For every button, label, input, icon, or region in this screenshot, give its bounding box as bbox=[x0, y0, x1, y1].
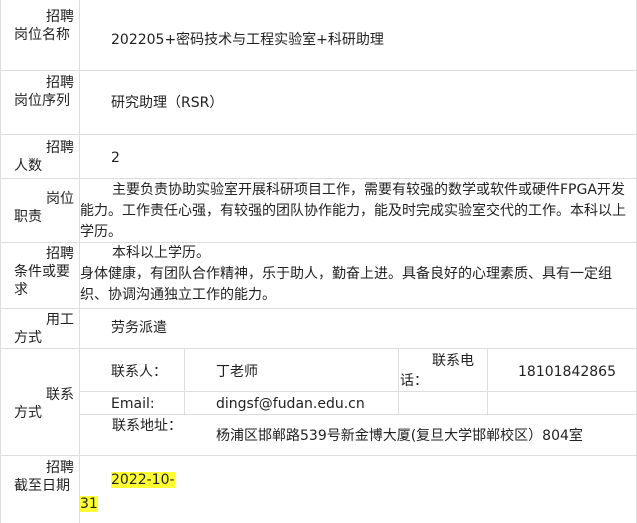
position-series-label: 招聘岗位序列 bbox=[14, 75, 74, 109]
row-divider bbox=[0, 308, 637, 309]
col-divider bbox=[398, 348, 399, 414]
headcount-label: 招聘人数 bbox=[14, 140, 74, 174]
row-divider bbox=[80, 414, 637, 415]
row-divider bbox=[0, 178, 637, 179]
col-divider bbox=[184, 348, 185, 414]
headcount-value: 2 bbox=[111, 150, 120, 166]
contact-address-label: 联系地址： bbox=[112, 418, 182, 434]
contact-label: 联系方式 bbox=[14, 387, 74, 421]
deadline-value: 2022-10-31 bbox=[80, 468, 180, 516]
col-divider bbox=[0, 0, 1, 523]
contact-email-label: Email: bbox=[111, 396, 155, 412]
requirements-line2: 身体健康，有团队合作精神，乐于助人，勤奋上进。具备良好的心理素质、具有一定组织、… bbox=[80, 266, 612, 303]
deadline-highlight: 2022-10-31 bbox=[80, 472, 175, 512]
position-series-value: 研究助理（RSR） bbox=[111, 95, 224, 111]
row-divider bbox=[0, 134, 637, 135]
position-name-value: 202205+密码技术与工程实验室+科研助理 bbox=[111, 32, 384, 48]
contact-person-value: 丁老师 bbox=[216, 364, 258, 380]
row-divider bbox=[0, 455, 637, 456]
employment-value: 劳务派遣 bbox=[111, 320, 167, 336]
contact-person-label: 联系人： bbox=[111, 364, 167, 380]
requirements-label: 招聘条件或要求 bbox=[14, 246, 74, 298]
duties-text: 主要负责协助实验室开展科研项目工作，需要有较强的数学或软件或硬件FPGA开发能力… bbox=[80, 182, 626, 240]
row-divider bbox=[80, 391, 637, 392]
requirements-line1: 本科以上学历。 bbox=[112, 245, 210, 261]
col-divider bbox=[487, 348, 488, 414]
employment-label: 用工方式 bbox=[14, 312, 74, 346]
contact-email-value[interactable]: dingsf@fudan.edu.cn bbox=[216, 394, 365, 414]
duties-label: 岗位职责 bbox=[14, 191, 74, 225]
row-divider bbox=[0, 348, 637, 349]
position-name-label: 招聘岗位名称 bbox=[14, 9, 74, 43]
contact-address-value: 杨浦区邯郸路539号新金博大厦(复旦大学邯郸校区）804室 bbox=[216, 428, 583, 444]
deadline-label: 招聘截至日期 bbox=[14, 460, 74, 494]
contact-phone-value: 18101842865 bbox=[518, 364, 616, 380]
row-divider bbox=[0, 70, 637, 71]
contact-phone-label: 联系电话： bbox=[400, 353, 474, 389]
